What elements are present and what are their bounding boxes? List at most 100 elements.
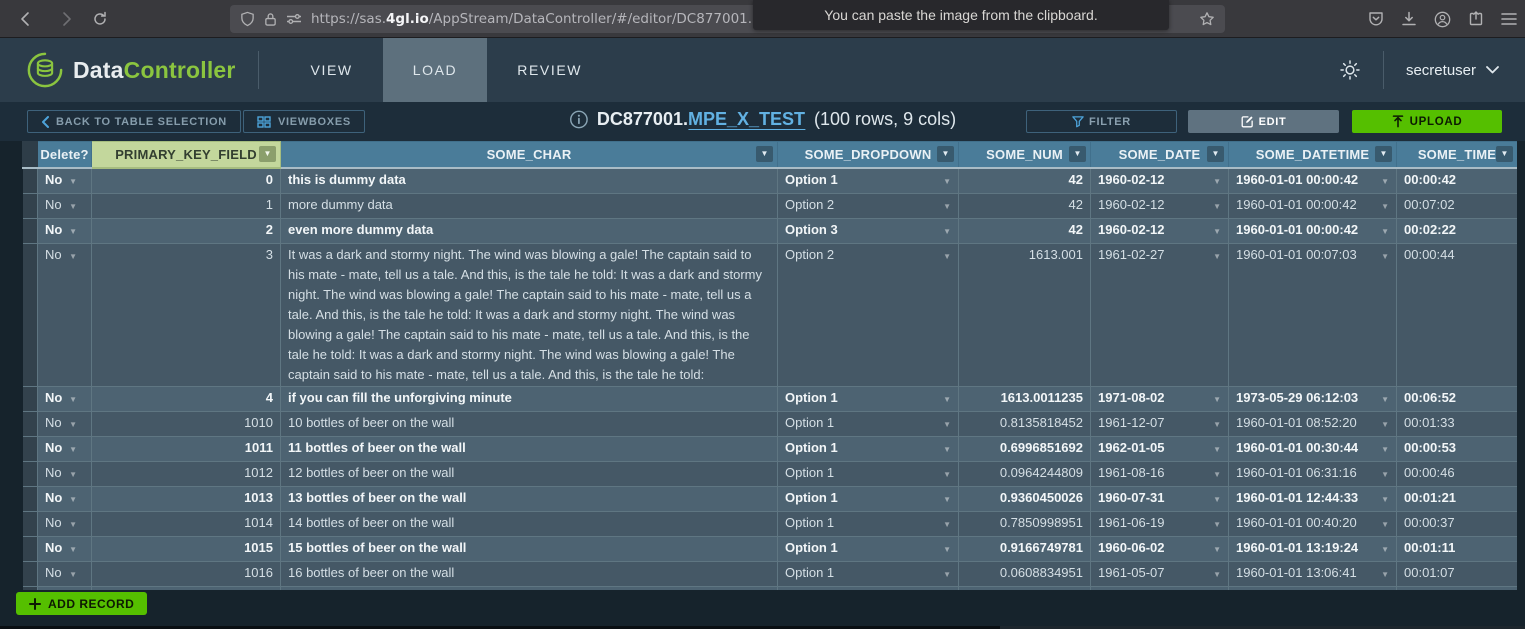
cell-some-datetime[interactable]: 1960-01-01 13:06:41 xyxy=(1229,561,1397,586)
lock-icon[interactable] xyxy=(264,12,277,27)
cell-primary-key[interactable]: 1014 xyxy=(92,511,281,536)
cell-some-datetime[interactable]: 1960-01-01 00:00:42 xyxy=(1229,168,1397,194)
cell-some-dropdown[interactable]: Option 1 xyxy=(778,536,959,561)
cell-some-num[interactable]: 0.7850998951 xyxy=(959,511,1091,536)
cell-primary-key[interactable]: 3 xyxy=(92,243,281,386)
add-record-button[interactable]: ADD RECORD xyxy=(16,592,147,615)
cell-some-dropdown[interactable]: Option 1 xyxy=(778,386,959,411)
cell-some-date[interactable]: 1961-06-19 xyxy=(1091,511,1229,536)
row-handle[interactable] xyxy=(23,511,38,536)
cell-some-dropdown[interactable]: Option 1 xyxy=(778,461,959,486)
cell-delete[interactable]: No xyxy=(38,511,92,536)
cell-some-datetime[interactable]: 1960-01-01 00:00:42 xyxy=(1229,218,1397,243)
cell-some-time[interactable]: 00:00:37 xyxy=(1397,511,1518,536)
cell-some-time[interactable]: 00:00:44 xyxy=(1397,243,1518,386)
filter-button[interactable]: FILTER xyxy=(1026,110,1177,133)
reload-icon[interactable] xyxy=(88,7,112,31)
cell-some-num[interactable]: 1613.001 xyxy=(959,243,1091,386)
theme-toggle-sun-icon[interactable] xyxy=(1339,59,1361,81)
cell-delete[interactable]: No xyxy=(38,243,92,386)
cell-some-datetime[interactable]: 1960-01-01 00:07:03 xyxy=(1229,243,1397,386)
cell-some-datetime[interactable]: 1960-01-01 08:52:20 xyxy=(1229,411,1397,436)
cell-some-time[interactable]: 00:07:02 xyxy=(1397,193,1518,218)
cell-delete[interactable]: No xyxy=(38,561,92,586)
cell-some-num[interactable]: 0.9360450026 xyxy=(959,486,1091,511)
cell-some-char[interactable]: 17 bottles of beer on the wall xyxy=(281,586,778,590)
cell-some-char[interactable]: 14 bottles of beer on the wall xyxy=(281,511,778,536)
cell-delete[interactable]: No xyxy=(38,486,92,511)
row-handle[interactable] xyxy=(23,461,38,486)
cell-some-char[interactable]: 16 bottles of beer on the wall xyxy=(281,561,778,586)
cell-some-num[interactable]: 0.6996851692 xyxy=(959,436,1091,461)
column-filter-icon[interactable]: ▼ xyxy=(1375,146,1392,162)
cell-some-date[interactable]: 1960-07-31 xyxy=(1091,486,1229,511)
cell-primary-key[interactable]: 1011 xyxy=(92,436,281,461)
forward-icon[interactable] xyxy=(54,7,78,31)
cell-delete[interactable]: No xyxy=(38,461,92,486)
row-handle[interactable] xyxy=(23,386,38,411)
cell-some-time[interactable]: 00:01:33 xyxy=(1397,411,1518,436)
cell-some-date[interactable]: 1960-02-12 xyxy=(1091,193,1229,218)
cell-some-date[interactable]: 1960-10-23 xyxy=(1091,586,1229,590)
cell-delete[interactable]: No xyxy=(38,193,92,218)
cell-some-time[interactable]: 00:01:11 xyxy=(1397,536,1518,561)
row-handle[interactable] xyxy=(23,561,38,586)
cell-some-time[interactable]: 00:01:21 xyxy=(1397,486,1518,511)
info-icon[interactable] xyxy=(569,110,588,129)
row-handle[interactable] xyxy=(23,168,38,194)
cell-primary-key[interactable]: 1013 xyxy=(92,486,281,511)
cell-some-num[interactable]: 0.0608834951 xyxy=(959,561,1091,586)
column-filter-icon[interactable]: ▼ xyxy=(259,146,276,162)
cell-some-num[interactable]: 0.8135818452 xyxy=(959,411,1091,436)
cell-some-dropdown[interactable]: Option 1 xyxy=(778,586,959,590)
tab-load[interactable]: LOAD xyxy=(383,38,488,102)
edit-button[interactable]: EDIT xyxy=(1188,110,1339,133)
cell-some-datetime[interactable]: 1960-01-01 12:44:33 xyxy=(1229,486,1397,511)
cell-some-date[interactable]: 1962-01-05 xyxy=(1091,436,1229,461)
row-handle[interactable] xyxy=(23,436,38,461)
row-handle[interactable] xyxy=(23,411,38,436)
column-filter-icon[interactable]: ▼ xyxy=(1496,146,1513,162)
cell-some-num[interactable]: 0.9166749781 xyxy=(959,536,1091,561)
column-filter-icon[interactable]: ▼ xyxy=(1207,146,1224,162)
cell-some-char[interactable]: if you can fill the unforgiving minute xyxy=(281,386,778,411)
cell-some-char[interactable]: even more dummy data xyxy=(281,218,778,243)
cell-some-date[interactable]: 1960-02-12 xyxy=(1091,218,1229,243)
viewboxes-button[interactable]: VIEWBOXES xyxy=(243,110,365,133)
cell-primary-key[interactable]: 1012 xyxy=(92,461,281,486)
cell-primary-key[interactable]: 4 xyxy=(92,386,281,411)
row-handle[interactable] xyxy=(23,586,38,590)
back-icon[interactable] xyxy=(14,7,38,31)
menu-icon[interactable] xyxy=(1501,12,1517,26)
account-icon[interactable] xyxy=(1434,11,1451,28)
cell-some-num[interactable]: 0.0964244809 xyxy=(959,461,1091,486)
cell-some-dropdown[interactable]: Option 2 xyxy=(778,193,959,218)
cell-some-dropdown[interactable]: Option 1 xyxy=(778,561,959,586)
cell-some-time[interactable]: 00:00:19 xyxy=(1397,586,1518,590)
tab-review[interactable]: REVIEW xyxy=(487,38,612,102)
cell-some-date[interactable]: 1961-02-27 xyxy=(1091,243,1229,386)
cell-some-dropdown[interactable]: Option 1 xyxy=(778,511,959,536)
cell-primary-key[interactable]: 1010 xyxy=(92,411,281,436)
cell-some-datetime[interactable]: 1960-01-01 13:19:24 xyxy=(1229,536,1397,561)
cell-some-char[interactable]: 15 bottles of beer on the wall xyxy=(281,536,778,561)
cell-some-datetime[interactable]: 1960-01-01 00:40:20 xyxy=(1229,511,1397,536)
cell-some-date[interactable]: 1960-02-12 xyxy=(1091,168,1229,194)
cell-some-num[interactable]: 1613.0011235 xyxy=(959,386,1091,411)
cell-some-time[interactable]: 00:01:07 xyxy=(1397,561,1518,586)
cell-some-char[interactable]: 10 bottles of beer on the wall xyxy=(281,411,778,436)
tab-view[interactable]: VIEW xyxy=(281,38,383,102)
tracking-shield-icon[interactable] xyxy=(240,11,255,27)
cell-some-dropdown[interactable]: Option 1 xyxy=(778,486,959,511)
cell-delete[interactable]: No xyxy=(38,436,92,461)
cell-primary-key[interactable]: 0 xyxy=(92,168,281,194)
cell-some-datetime[interactable]: 1960-01-01 11:20:09 xyxy=(1229,586,1397,590)
cell-some-datetime[interactable]: 1960-01-01 06:31:16 xyxy=(1229,461,1397,486)
cell-some-time[interactable]: 00:06:52 xyxy=(1397,386,1518,411)
upload-button[interactable]: UPLOAD xyxy=(1352,110,1502,133)
column-filter-icon[interactable]: ▼ xyxy=(1069,146,1086,162)
cell-some-datetime[interactable]: 1960-01-01 00:30:44 xyxy=(1229,436,1397,461)
cell-some-dropdown[interactable]: Option 1 xyxy=(778,436,959,461)
table-name-link[interactable]: MPE_X_TEST xyxy=(688,109,805,130)
cell-some-dropdown[interactable]: Option 1 xyxy=(778,411,959,436)
